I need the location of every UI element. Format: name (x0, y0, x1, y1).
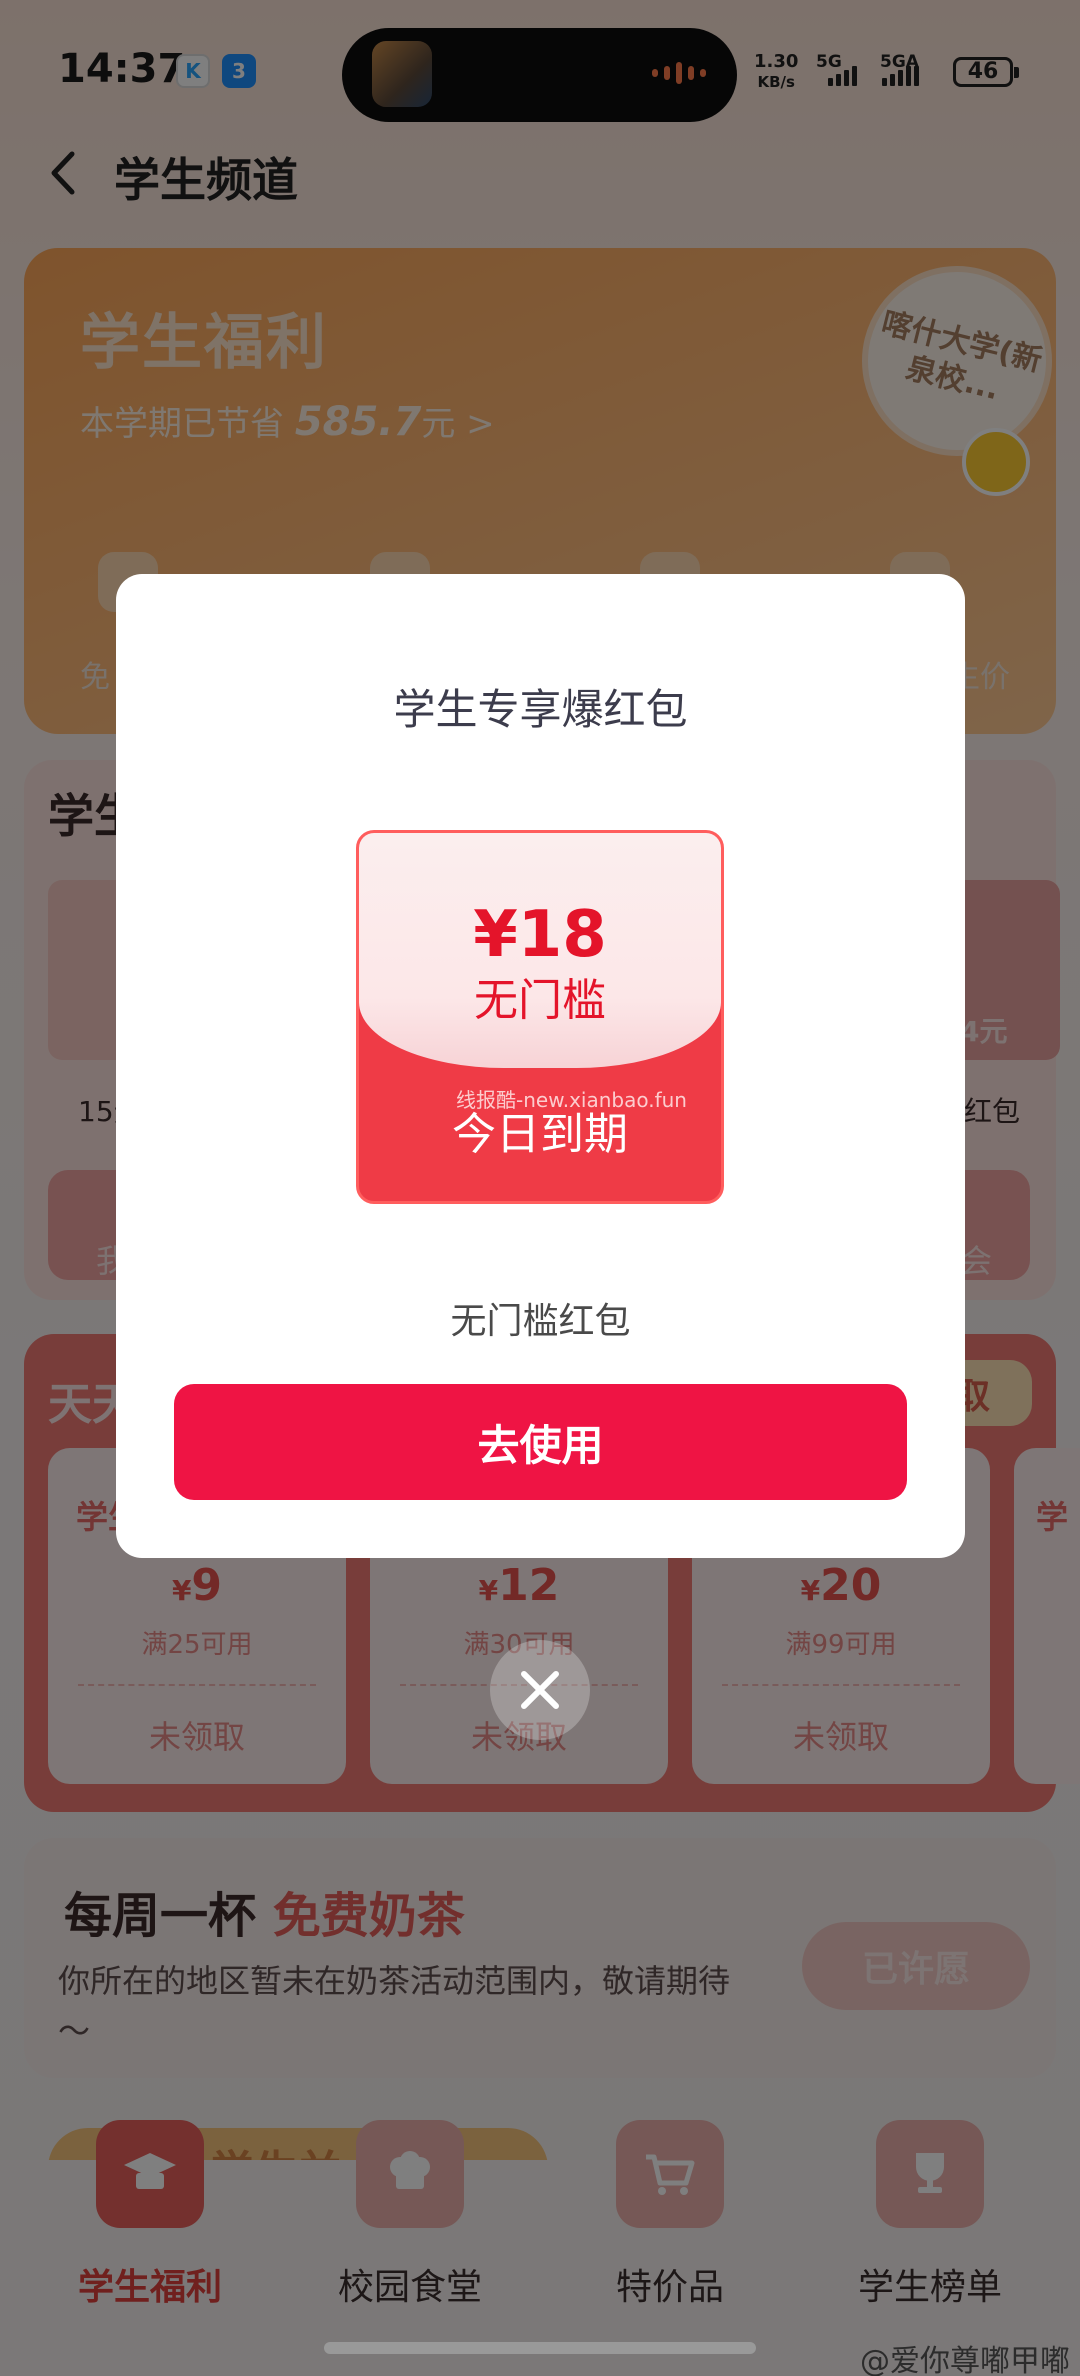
weibo-watermark: @爱你尊嘟甲嘟 (860, 2344, 1070, 2376)
redpacket-name: 无门槛红包 (450, 1301, 631, 1342)
close-icon (521, 1671, 559, 1709)
home-indicator[interactable] (324, 2342, 756, 2354)
modal-title: 学生专享爆红包 (393, 685, 688, 734)
close-modal-button[interactable] (490, 1640, 590, 1740)
redpacket-expiry: 今日到期 (452, 1109, 628, 1160)
use-now-button[interactable]: 去使用 (174, 1384, 907, 1500)
redpacket-threshold: 无门槛 (474, 975, 606, 1026)
currency-symbol: ¥ (473, 898, 518, 972)
